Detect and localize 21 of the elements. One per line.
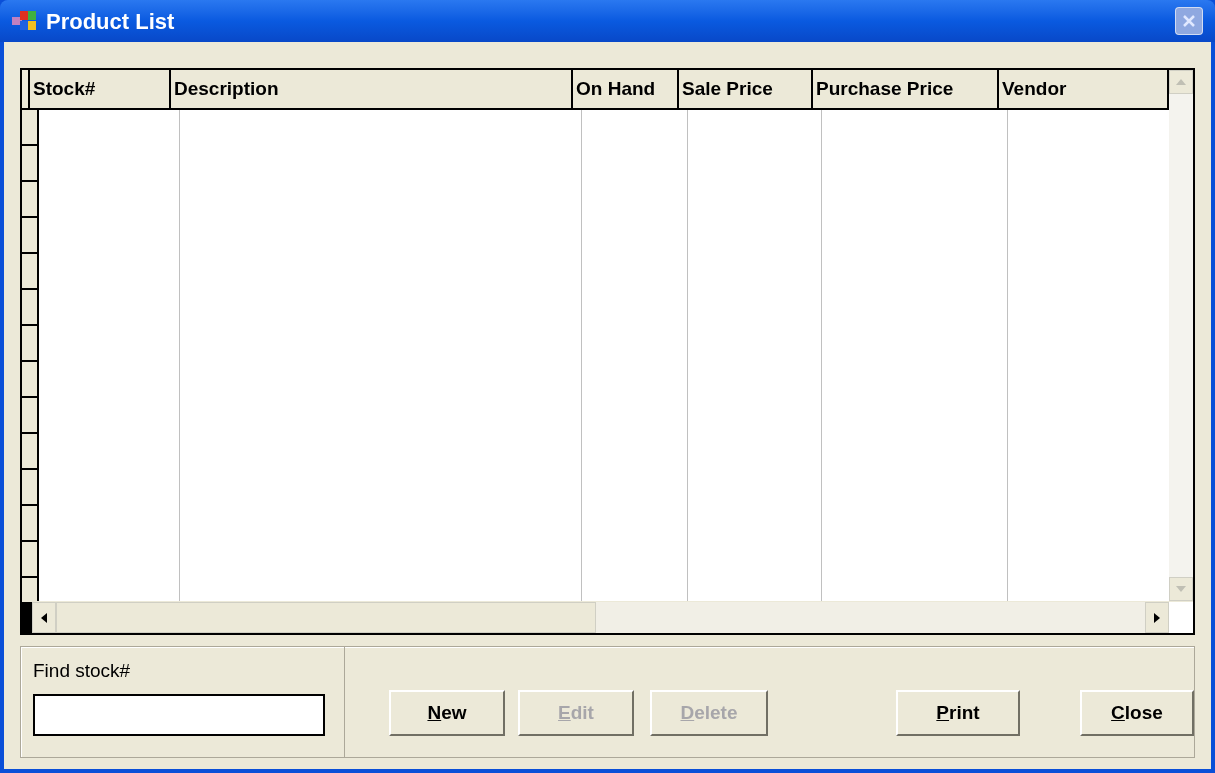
scroll-thumb[interactable]	[56, 602, 596, 633]
column-header[interactable]: Stock#	[30, 70, 171, 108]
action-button[interactable]: Close	[1080, 690, 1194, 736]
scroll-left-button[interactable]	[32, 602, 56, 633]
app-icon	[12, 9, 38, 33]
close-icon	[1182, 14, 1196, 28]
column-header[interactable]: Description	[171, 70, 573, 108]
down-arrow-icon	[1176, 586, 1186, 592]
up-arrow-icon	[1176, 79, 1186, 85]
column-header[interactable]: Purchase Price	[813, 70, 999, 108]
scroll-right-button[interactable]	[1145, 602, 1169, 633]
right-arrow-icon	[1154, 612, 1160, 623]
window-title: Product List	[46, 7, 176, 36]
column-header[interactable]: On Hand	[573, 70, 679, 108]
left-arrow-icon	[41, 612, 47, 623]
action-button[interactable]: New	[389, 690, 505, 736]
find-input-field[interactable]	[33, 693, 325, 736]
find-label: Find stock#	[33, 659, 132, 683]
action-button[interactable]: Print	[896, 690, 1020, 736]
horizontal-scrollbar[interactable]	[32, 602, 1169, 633]
column-header[interactable]: Sale Price	[679, 70, 813, 108]
